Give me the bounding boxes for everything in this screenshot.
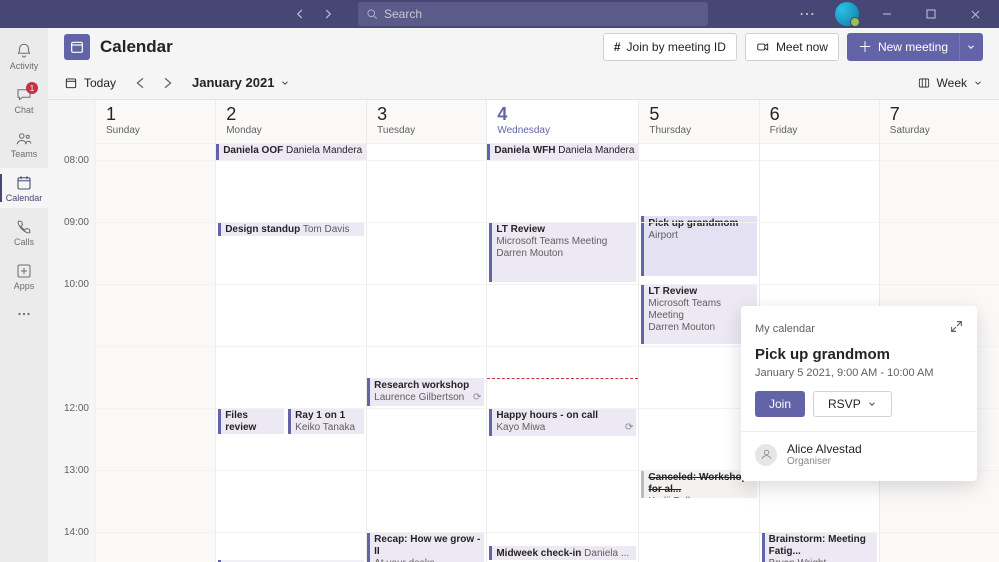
organiser-name: Alice Alvestad <box>787 442 862 456</box>
event-pick-up-grandmom[interactable]: Pick up grandmomAirport <box>641 216 756 276</box>
day-header: 3 Tuesday <box>367 100 486 144</box>
recurring-icon: ⟳ <box>625 422 633 434</box>
rsvp-button[interactable]: RSVP <box>813 391 892 417</box>
title-bar: ⋯ <box>0 0 999 28</box>
day-column-monday[interactable]: 2 Monday Daniela OOF Daniela Mandera Des… <box>216 100 367 562</box>
hour-label <box>48 341 95 403</box>
calendar-today-icon <box>64 76 78 90</box>
week-view-icon <box>917 76 931 90</box>
new-meeting-dropdown[interactable] <box>959 33 983 61</box>
time-column: 08:00 09:00 10:00 12:00 13:00 14:00 15:0… <box>48 100 96 562</box>
user-avatar[interactable] <box>835 2 859 26</box>
popup-event-time: January 5 2021, 9:00 AM - 10:00 AM <box>755 367 963 379</box>
search-input[interactable] <box>384 7 700 21</box>
event-files-review[interactable]: Files reviewEric Ishida <box>218 408 284 434</box>
rail-teams[interactable]: Teams <box>0 124 48 164</box>
search-icon <box>366 8 378 20</box>
window-minimize-button[interactable] <box>871 0 903 28</box>
search-box[interactable] <box>358 2 708 26</box>
rail-activity-label: Activity <box>10 61 39 71</box>
event-ray-1on1[interactable]: Ray 1 on 1Keiko Tanaka <box>288 408 364 434</box>
expand-icon <box>950 320 963 333</box>
rail-calendar[interactable]: Calendar <box>0 168 48 208</box>
chevron-down-icon <box>867 399 877 409</box>
prev-week-button[interactable] <box>130 73 150 93</box>
window-close-button[interactable] <box>959 0 991 28</box>
new-meeting-button[interactable]: ＋ New meeting <box>847 33 959 61</box>
organiser-avatar <box>755 444 777 466</box>
page-title: Calendar <box>100 37 173 57</box>
calendar-grid: 08:00 09:00 10:00 12:00 13:00 14:00 15:0… <box>48 100 999 562</box>
hour-label: 13:00 <box>48 465 95 527</box>
today-button[interactable]: Today <box>64 71 116 95</box>
join-by-id-button[interactable]: # Join by meeting ID <box>603 33 737 61</box>
rail-activity[interactable]: Activity <box>0 36 48 76</box>
recurring-icon: ⟳ <box>473 392 481 404</box>
event-canceled-workshop[interactable]: Canceled: Workshop for al...Kadji Bell <box>641 470 756 498</box>
day-header: 1 Sunday <box>96 100 215 144</box>
nav-back-button[interactable] <box>288 2 312 26</box>
popup-calendar-name: My calendar <box>755 323 815 335</box>
day-header: 6 Friday <box>760 100 879 144</box>
current-time-indicator <box>487 378 638 379</box>
event-lt-review-wed[interactable]: LT ReviewMicrosoft Teams MeetingDarren M… <box>489 222 636 282</box>
rail-teams-label: Teams <box>11 149 38 159</box>
event-midweek-checkin[interactable]: Midweek check-in Daniela ... <box>489 546 636 560</box>
day-column-tuesday[interactable]: 3 Tuesday Research workshopLaurence Gilb… <box>367 100 487 562</box>
chevron-down-icon <box>973 78 983 88</box>
chevron-down-icon <box>280 78 290 88</box>
hour-label: 14:00 <box>48 527 95 562</box>
rail-calls-label: Calls <box>14 237 34 247</box>
rail-chat-label: Chat <box>14 105 33 115</box>
rail-apps-label: Apps <box>14 281 35 291</box>
plus-icon: ＋ <box>858 37 872 57</box>
event-research-workshop[interactable]: Research workshopLaurence Gilbertson⟳ <box>367 378 484 406</box>
rail-chat[interactable]: 1 Chat <box>0 80 48 120</box>
popup-event-title: Pick up grandmom <box>755 346 963 363</box>
allday-event[interactable]: Daniela OOF Daniela Mandera <box>216 144 366 160</box>
person-icon <box>760 448 773 461</box>
popup-expand-button[interactable] <box>950 320 963 338</box>
event-recap[interactable]: Recap: How we grow - IIAt your desksRay … <box>367 532 484 562</box>
hour-label: 12:00 <box>48 403 95 465</box>
rail-calendar-label: Calendar <box>6 193 43 203</box>
video-icon <box>756 40 770 54</box>
day-header: 5 Thursday <box>639 100 758 144</box>
rail-apps[interactable]: Apps <box>0 256 48 296</box>
event-happy-hours[interactable]: Happy hours - on callKayo Miwa⟳ <box>489 408 636 436</box>
event-brainstorm[interactable]: Brainstorm: Meeting Fatig...Bryan Wright… <box>762 532 877 562</box>
event-design-standup[interactable]: Design standup Tom Davis <box>218 222 364 236</box>
join-button[interactable]: Join <box>755 391 805 417</box>
meet-now-button[interactable]: Meet now <box>745 33 839 61</box>
calendar-header: Calendar # Join by meeting ID Meet now ＋… <box>48 28 999 66</box>
day-column-wednesday[interactable]: 4 Wednesday Daniela WFH Daniela Mandera … <box>487 100 639 562</box>
allday-event[interactable]: Daniela WFH Daniela Mandera <box>487 144 638 160</box>
day-header: 4 Wednesday <box>487 100 638 144</box>
event-lt-review-thu[interactable]: LT ReviewMicrosoft Teams MeetingDarren M… <box>641 284 756 344</box>
window-maximize-button[interactable] <box>915 0 947 28</box>
rail-calls[interactable]: Calls <box>0 212 48 252</box>
month-picker[interactable]: January 2021 <box>192 75 290 90</box>
calendar-toolbar: Today January 2021 Week <box>48 66 999 100</box>
day-header: 2 Monday <box>216 100 366 144</box>
day-column-sunday[interactable]: 1 Sunday <box>96 100 216 562</box>
next-week-button[interactable] <box>158 73 178 93</box>
app-rail: Activity 1 Chat Teams Calendar Calls <box>0 28 48 562</box>
chevron-down-icon <box>966 42 976 52</box>
hour-label: 10:00 <box>48 279 95 341</box>
day-header: 7 Saturday <box>880 100 999 144</box>
view-picker[interactable]: Week <box>917 76 983 90</box>
rail-more[interactable] <box>0 300 48 328</box>
rail-chat-badge: 1 <box>26 82 38 94</box>
hour-label: 09:00 <box>48 217 95 279</box>
calendar-app-icon <box>64 34 90 60</box>
hour-label: 08:00 <box>48 155 95 217</box>
organiser-role: Organiser <box>787 456 862 467</box>
hash-icon: # <box>614 40 621 54</box>
more-button[interactable]: ⋯ <box>791 0 823 28</box>
nav-forward-button[interactable] <box>316 2 340 26</box>
event-detail-popup: My calendar Pick up grandmom January 5 2… <box>741 306 977 481</box>
